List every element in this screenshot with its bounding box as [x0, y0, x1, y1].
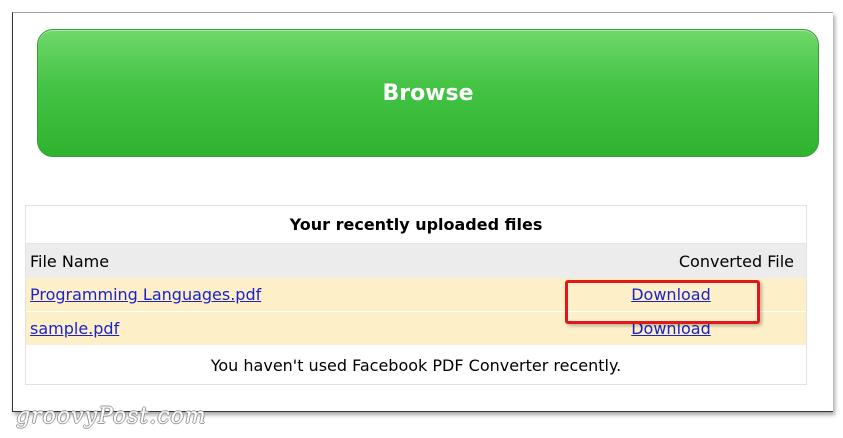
- recent-files-table: Your recently uploaded files File Name C…: [25, 205, 807, 385]
- download-link-programming-languages[interactable]: Download: [631, 285, 711, 304]
- table-title: Your recently uploaded files: [26, 206, 806, 244]
- column-header-file-name: File Name: [30, 251, 110, 271]
- file-link-programming-languages[interactable]: Programming Languages.pdf: [30, 285, 261, 304]
- screenshot-canvas: Browse Your recently uploaded files File…: [0, 0, 843, 438]
- download-link-sample[interactable]: Download: [631, 319, 711, 338]
- table-row: sample.pdf Download: [26, 312, 806, 346]
- table-footer: You haven't used Facebook PDF Converter …: [26, 346, 806, 384]
- file-link-sample[interactable]: sample.pdf: [30, 319, 119, 338]
- table-title-text: Your recently uploaded files: [289, 215, 543, 234]
- file-name-cell: sample.pdf: [26, 319, 536, 338]
- no-recent-use-message: You haven't used Facebook PDF Converter …: [210, 355, 622, 375]
- file-name-cell: Programming Languages.pdf: [26, 285, 536, 304]
- table-row: Programming Languages.pdf Download: [26, 278, 806, 312]
- browse-button[interactable]: Browse: [37, 29, 819, 157]
- table-header-row: File Name Converted File: [26, 244, 806, 278]
- column-header-converted-file: Converted File: [678, 251, 794, 271]
- watermark-logo: groovyPost.com: [16, 404, 207, 429]
- converted-file-cell: Download: [536, 285, 806, 304]
- converted-file-cell: Download: [536, 319, 806, 338]
